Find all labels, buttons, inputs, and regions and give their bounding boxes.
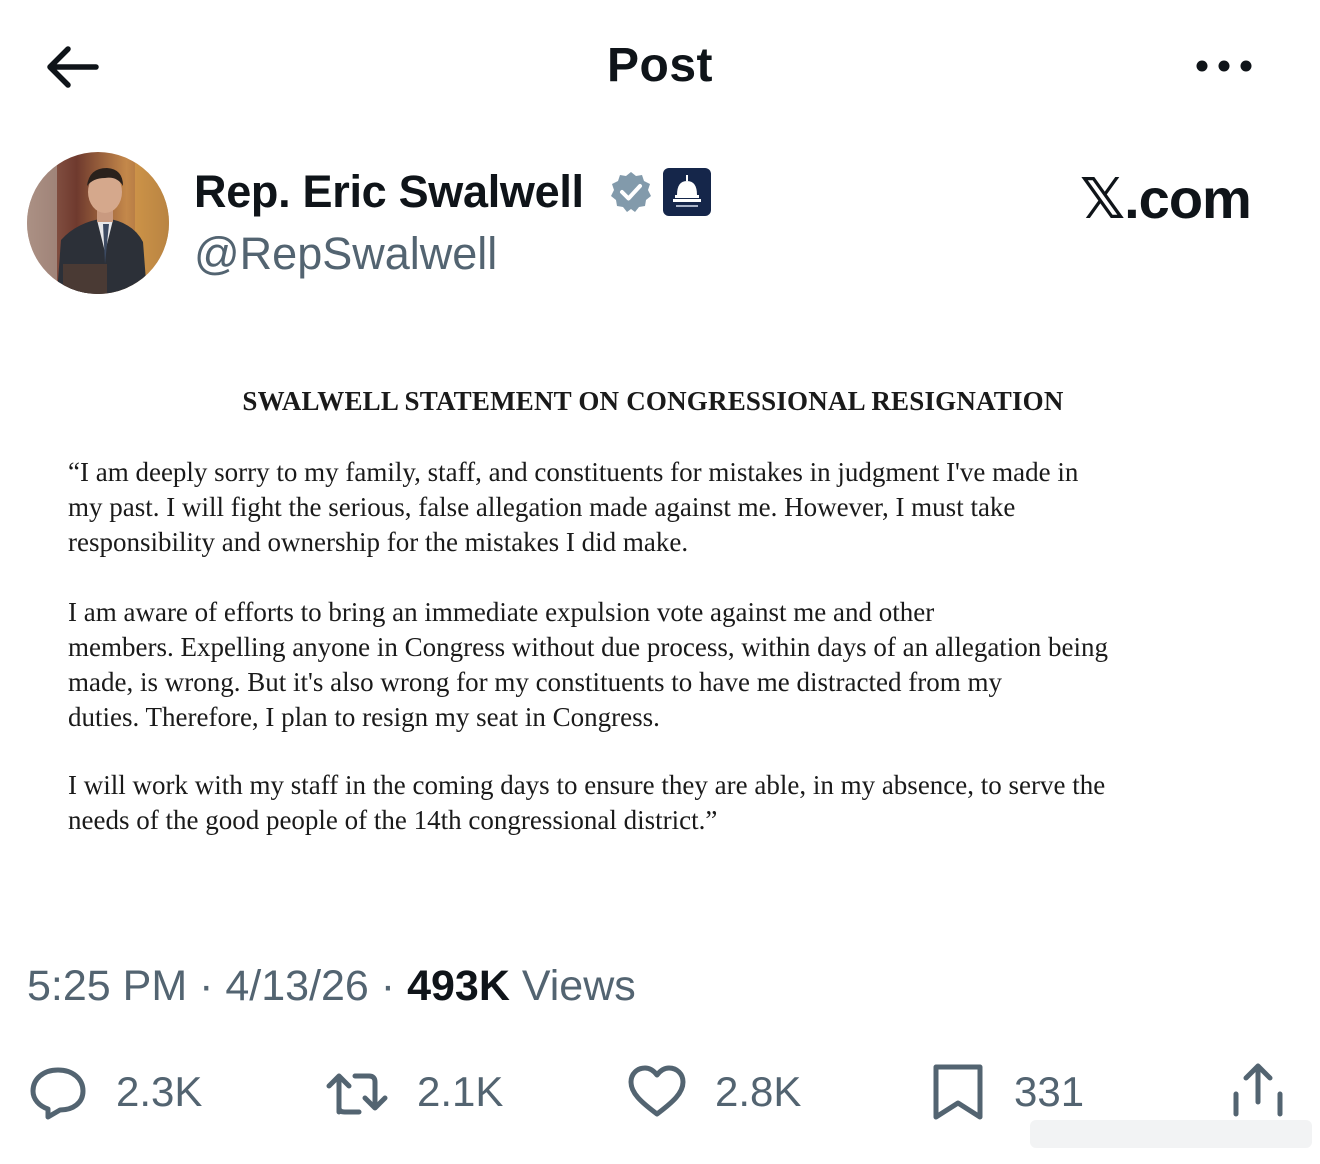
bookmark-button[interactable]: 331 [930,1062,1084,1122]
like-button[interactable]: 2.8K [627,1062,801,1122]
more-options-button[interactable] [1192,50,1256,82]
capitol-dome-icon [663,168,711,216]
image-watermark [1030,1114,1312,1154]
share-button[interactable] [1228,1060,1288,1120]
avatar-photo [27,152,169,294]
share-icon [1233,1063,1283,1117]
bookmark-count: 331 [1014,1068,1085,1115]
affiliation-badge[interactable] [662,167,712,217]
x-com-watermark: 𝕏.com [1080,167,1252,230]
avatar[interactable] [27,152,169,294]
reply-button[interactable]: 2.3K [28,1062,202,1122]
statement-line: needs of the good people of the 14th con… [68,805,718,835]
statement-title: SWALWELL STATEMENT ON CONGRESSIONAL RESI… [242,386,1064,416]
like-count: 2.8K [715,1068,802,1115]
page-title: Post [606,39,713,92]
statement-line: duties. Therefore, I plan to resign my s… [68,702,660,732]
bookmark-icon [933,1064,983,1120]
views-label: Views [521,962,636,1010]
statement-line: I am aware of efforts to bring an immedi… [68,597,935,627]
post-time[interactable]: 5:25 PM [27,962,187,1010]
meta-separator: · [199,962,214,1010]
statement-line: made, is wrong. But it's also wrong for … [68,667,1002,697]
meta-separator: · [380,962,396,1010]
post-meta: 5:25 PM · 4/13/26 · 493K Views [27,962,636,1011]
statement-line: “I am deeply sorry to my family, staff, … [68,457,1079,487]
repost-icon [326,1073,388,1115]
statement-paragraph: I will work with my staff in the coming … [68,768,1105,838]
repost-button[interactable]: 2.1K [325,1062,503,1122]
views-count: 493K [407,962,510,1010]
heart-icon [628,1065,686,1117]
verified-badge-icon [609,170,653,214]
statement-line: my past. I will fight the serious, false… [68,492,1016,522]
statement-paragraph: I am aware of efforts to bring an immedi… [68,595,1108,735]
statement-line: members. Expelling anyone in Congress wi… [68,632,1109,662]
repost-count: 2.1K [417,1068,504,1115]
statement-paragraph: “I am deeply sorry to my family, staff, … [68,455,1078,560]
reply-icon [30,1067,86,1120]
post-date[interactable]: 4/13/26 [225,962,368,1010]
more-horizontal-icon [1196,60,1252,72]
author-handle[interactable]: @RepSwalwell [194,228,497,280]
author-name[interactable]: Rep. Eric Swalwell [194,166,584,218]
statement-line: I will work with my staff in the coming … [68,770,1106,800]
statement-line: responsibility and ownership for the mis… [68,527,689,557]
reply-count: 2.3K [116,1068,203,1115]
